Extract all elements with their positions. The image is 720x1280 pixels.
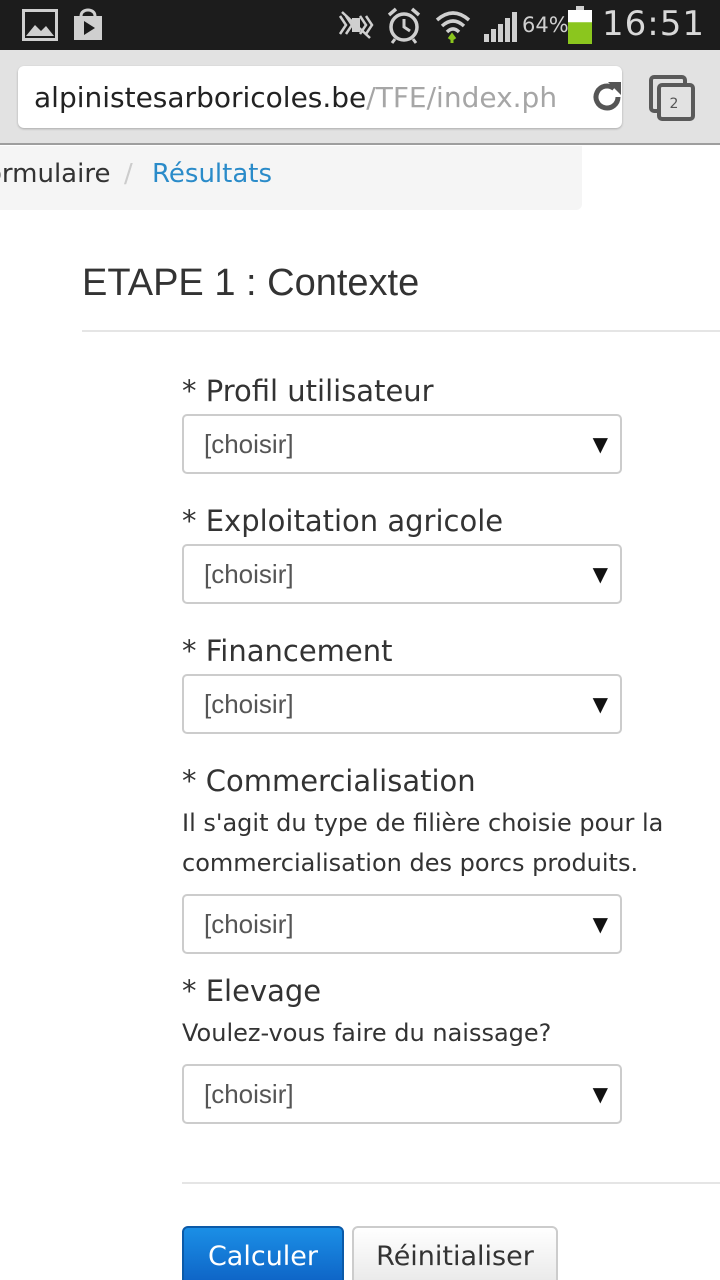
dropdown-arrow-icon: ▼ bbox=[592, 692, 608, 716]
breadcrumb: ormulaire / Résultats bbox=[0, 146, 582, 210]
dropdown-arrow-icon: ▼ bbox=[592, 1082, 608, 1106]
exploitation-agricole-select[interactable]: [choisir] ▼ bbox=[182, 544, 622, 604]
select-value: [choisir] bbox=[204, 909, 294, 939]
exploitation-agricole-label: * Exploitation agricole bbox=[182, 504, 504, 538]
play-store-icon bbox=[74, 8, 102, 40]
elevage-help: Voulez-vous faire du naissage? bbox=[182, 1019, 552, 1047]
dropdown-arrow-icon: ▼ bbox=[592, 562, 608, 586]
calculer-button[interactable]: Calculer bbox=[182, 1226, 344, 1280]
tab-count: 2 bbox=[669, 96, 679, 112]
actions-divider bbox=[182, 1182, 720, 1184]
commercialisation-select[interactable]: [choisir] ▼ bbox=[182, 894, 622, 954]
dropdown-arrow-icon: ▼ bbox=[592, 912, 608, 936]
reinitialiser-button[interactable]: Réinitialiser bbox=[352, 1226, 558, 1280]
url-path: /TFE/index.php bbox=[366, 81, 558, 114]
elevage-label: * Elevage bbox=[182, 974, 322, 1008]
profil-utilisateur-label: * Profil utilisateur bbox=[182, 374, 434, 408]
select-value: [choisir] bbox=[204, 689, 294, 719]
legend-divider bbox=[82, 330, 720, 332]
battery-percentage: 64% bbox=[522, 13, 569, 37]
dropdown-arrow-icon: ▼ bbox=[592, 432, 608, 456]
battery-icon bbox=[568, 6, 592, 44]
elevage-select[interactable]: [choisir] ▼ bbox=[182, 1064, 622, 1124]
profil-utilisateur-select[interactable]: [choisir] ▼ bbox=[182, 414, 622, 474]
url-domain: alpinistesarboricoles.be bbox=[34, 81, 367, 114]
commercialisation-help: Il s'agit du type de filière choisie pou… bbox=[182, 809, 664, 877]
financement-label: * Financement bbox=[182, 634, 393, 668]
select-value: [choisir] bbox=[204, 559, 294, 589]
select-value: [choisir] bbox=[204, 1079, 294, 1109]
signal-icon bbox=[484, 12, 517, 42]
commercialisation-label: * Commercialisation bbox=[182, 764, 476, 798]
form-legend: ETAPE 1 : Contexte bbox=[82, 262, 420, 304]
clock: 16:51 bbox=[602, 4, 705, 44]
url-text[interactable]: alpinistesarboricoles.be/TFE/index.php bbox=[34, 80, 558, 116]
breadcrumb-item-resultats[interactable]: Résultats bbox=[152, 146, 272, 202]
breadcrumb-item-formulaire[interactable]: ormulaire bbox=[0, 146, 110, 202]
financement-select[interactable]: [choisir] ▼ bbox=[182, 674, 622, 734]
breadcrumb-separator: / bbox=[124, 159, 133, 189]
reload-icon[interactable] bbox=[588, 78, 622, 116]
mute-icon bbox=[338, 11, 374, 39]
status-bar: 64% 16:51 bbox=[0, 0, 720, 50]
alarm-icon bbox=[387, 7, 421, 44]
address-bar[interactable]: alpinistesarboricoles.be/TFE/index.php bbox=[18, 66, 622, 128]
browser-toolbar: alpinistesarboricoles.be/TFE/index.php 2 bbox=[0, 50, 720, 145]
gallery-icon bbox=[22, 9, 58, 41]
wifi-icon bbox=[435, 11, 471, 43]
select-value: [choisir] bbox=[204, 429, 294, 459]
